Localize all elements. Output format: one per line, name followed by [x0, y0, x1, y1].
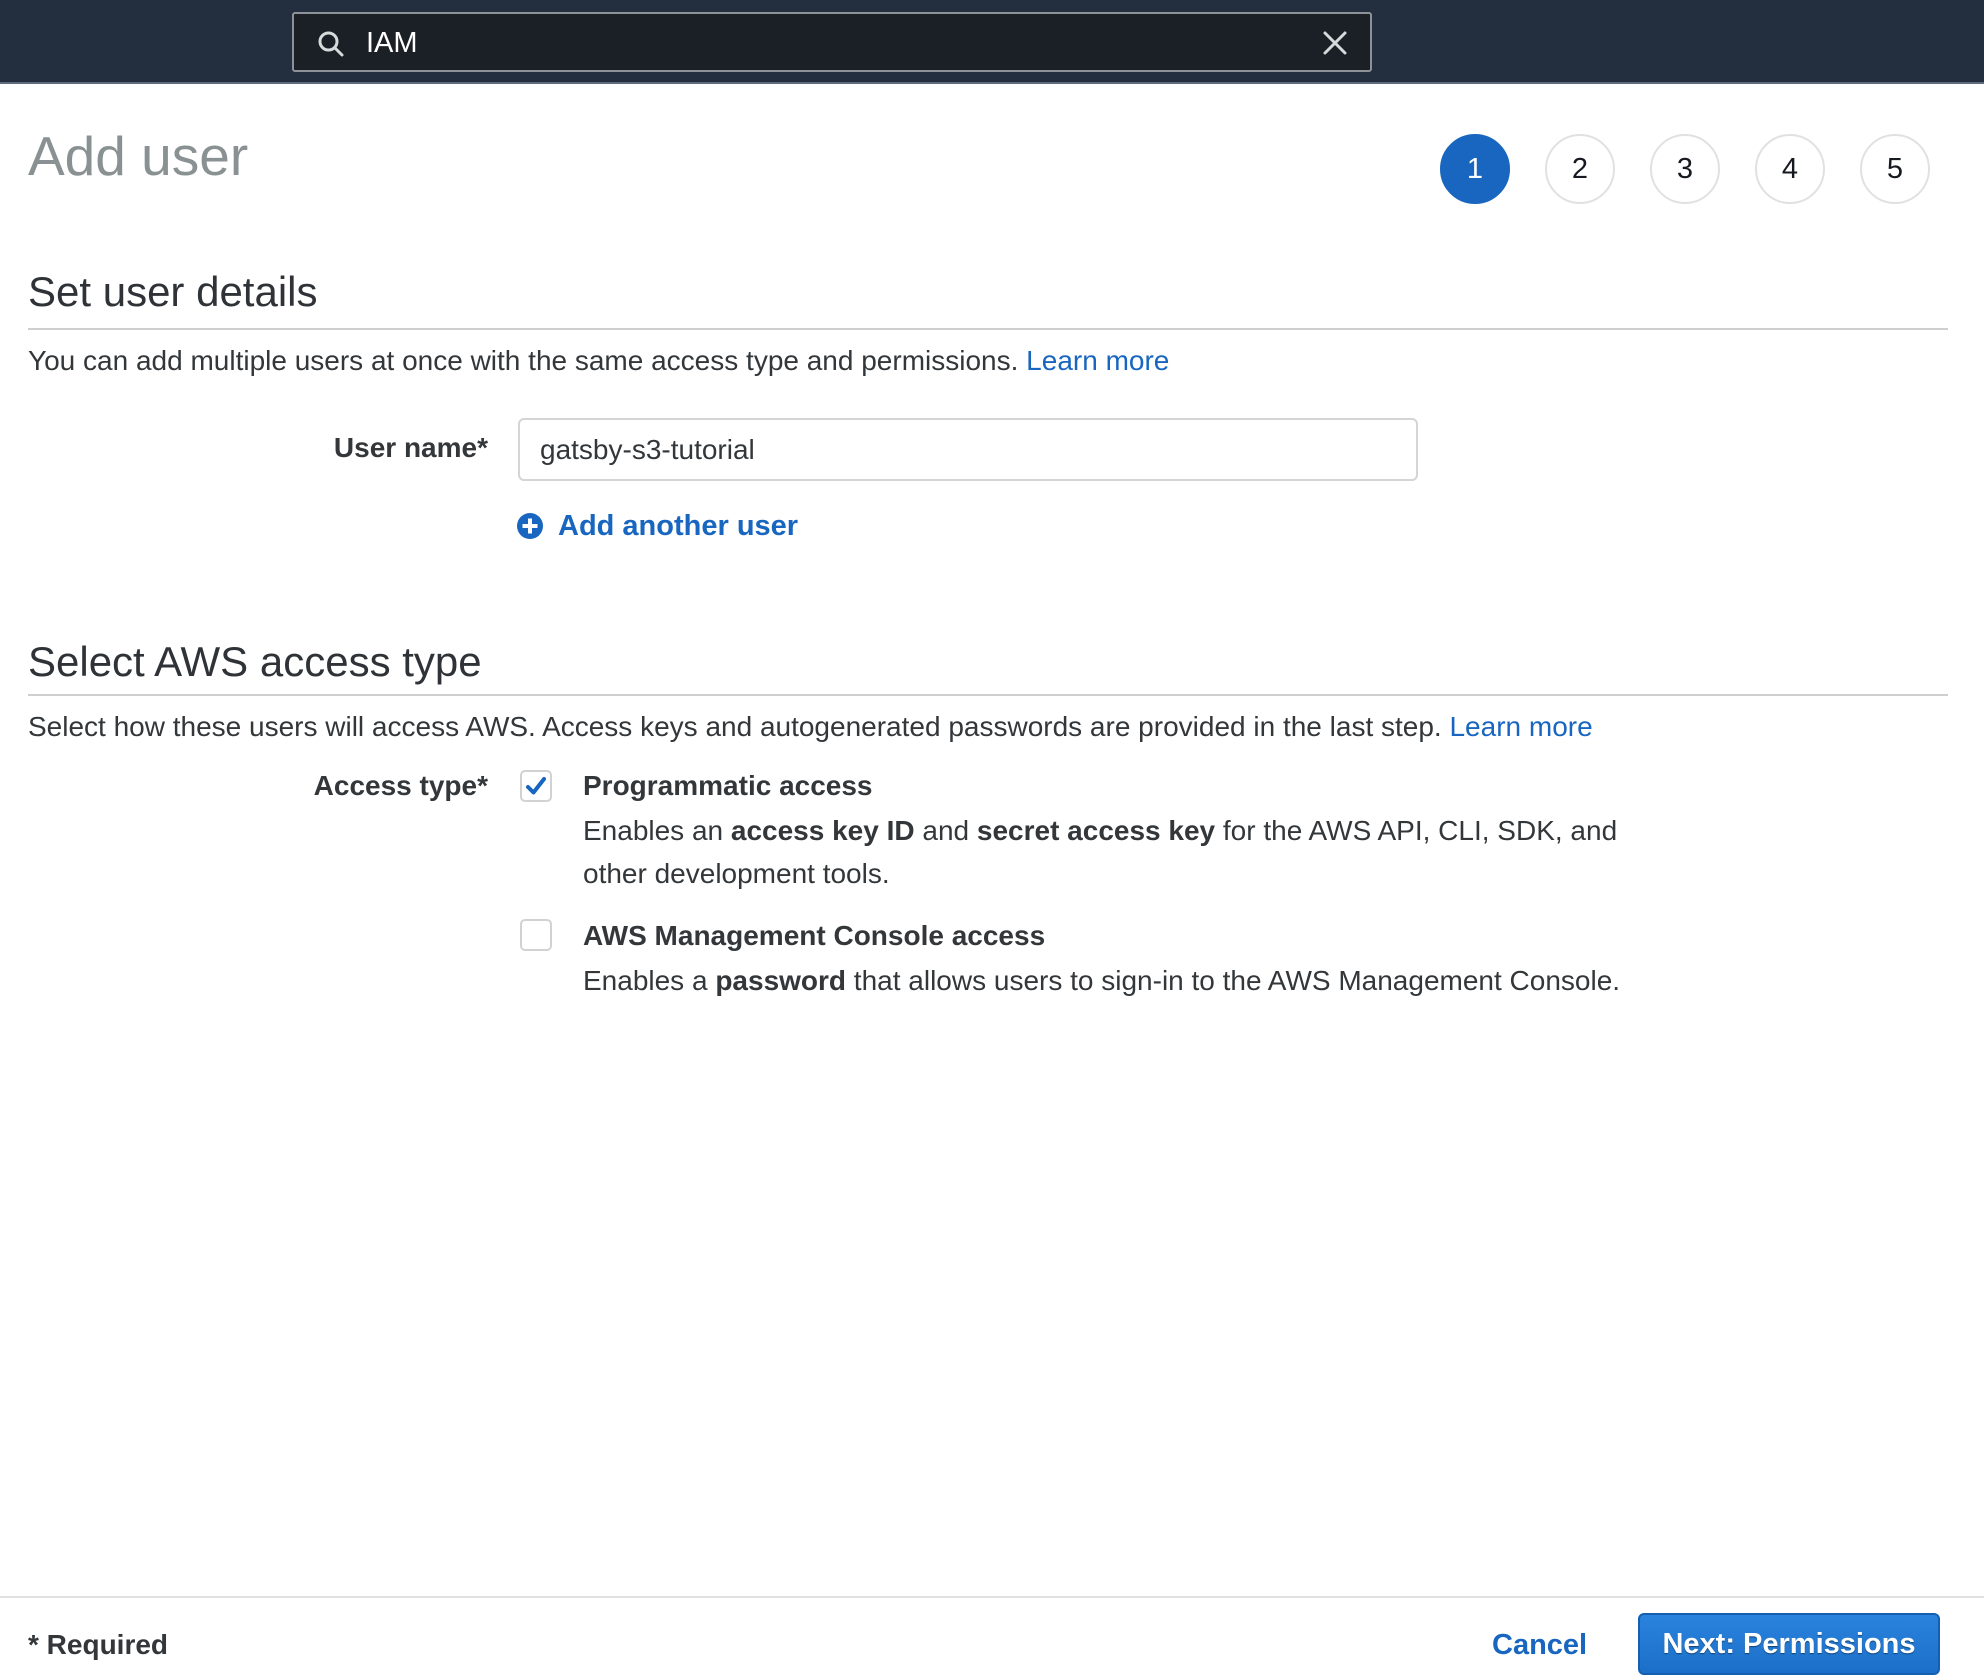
step-1[interactable]: 1	[1440, 134, 1510, 204]
user-name-input[interactable]	[518, 418, 1418, 481]
user-details-description: You can add multiple users at once with …	[28, 344, 1169, 378]
learn-more-link-access-type[interactable]: Learn more	[1449, 711, 1592, 742]
step-5[interactable]: 5	[1860, 134, 1930, 204]
programmatic-access-description: Enables an access key ID and secret acce…	[583, 809, 1643, 895]
user-name-label: User name*	[333, 432, 488, 463]
footer-divider	[0, 1596, 1984, 1598]
service-search-box[interactable]: IAM	[292, 12, 1372, 72]
search-icon	[318, 31, 344, 57]
section-divider	[28, 694, 1948, 696]
plus-circle-icon	[517, 513, 543, 539]
top-nav-bar: IAM	[0, 0, 1984, 84]
desc-text: Enables a	[583, 965, 716, 996]
console-access-title: AWS Management Console access	[583, 920, 1046, 951]
access-type-description: Select how these users will access AWS. …	[28, 710, 1593, 744]
close-icon[interactable]	[1320, 28, 1350, 58]
required-note: * Required	[28, 1629, 169, 1660]
checkmark-icon	[526, 777, 546, 795]
desc-bold: secret access key	[976, 815, 1216, 846]
step-3[interactable]: 3	[1650, 134, 1720, 204]
access-type-label: Access type*	[313, 770, 488, 801]
desc-bold: access key ID	[730, 815, 915, 846]
page-title: Add user	[28, 125, 249, 187]
console-access-description: Enables a password that allows users to …	[583, 959, 1643, 1002]
step-4[interactable]: 4	[1755, 134, 1825, 204]
next-permissions-button[interactable]: Next: Permissions	[1638, 1613, 1940, 1675]
section-title-user-details: Set user details	[28, 268, 318, 315]
search-input[interactable]: IAM	[366, 27, 418, 59]
desc-bold: password	[715, 965, 847, 996]
add-another-user-label: Add another user	[558, 510, 799, 542]
user-details-description-text: You can add multiple users at once with …	[28, 345, 1019, 376]
desc-text: and	[914, 815, 977, 846]
desc-text: Enables an	[583, 815, 731, 846]
learn-more-link-user-details[interactable]: Learn more	[1026, 345, 1169, 376]
programmatic-access-checkbox[interactable]	[520, 770, 552, 802]
console-access-checkbox[interactable]	[520, 919, 552, 951]
add-another-user-button[interactable]: Add another user	[516, 508, 798, 544]
step-2[interactable]: 2	[1545, 134, 1615, 204]
desc-text: that allows users to sign-in to the AWS …	[846, 965, 1621, 996]
section-title-access-type: Select AWS access type	[28, 638, 482, 685]
section-divider	[28, 328, 1948, 330]
cancel-button[interactable]: Cancel	[1492, 1628, 1587, 1662]
programmatic-access-title: Programmatic access	[583, 770, 873, 801]
access-type-description-text: Select how these users will access AWS. …	[28, 711, 1442, 742]
